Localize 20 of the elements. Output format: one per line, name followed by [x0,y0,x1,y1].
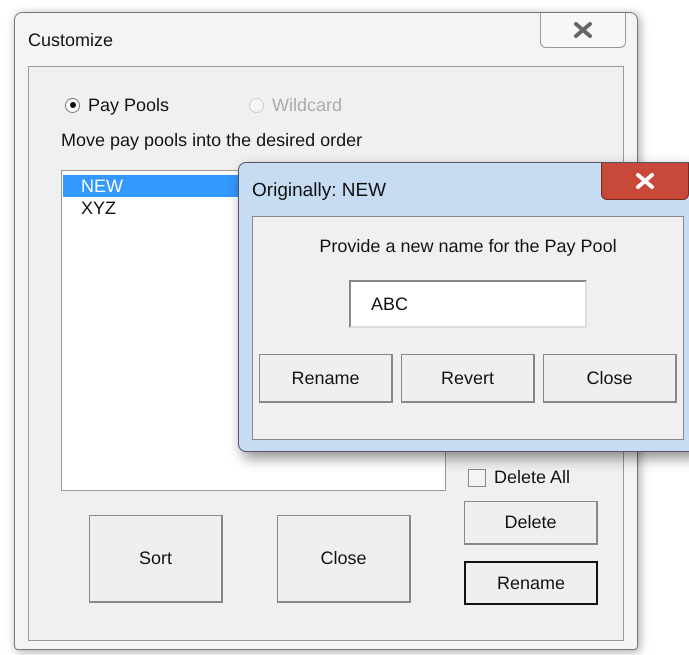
checkbox[interactable] [468,468,486,486]
dialog-button[interactable]: Close [277,515,411,603]
close-button[interactable] [540,13,626,48]
name-field[interactable]: ABC [349,280,587,328]
radio-label: Wildcard [272,94,342,116]
window-title: Customize [28,29,114,52]
prompt-text: Provide a new name for the Pay Pool [319,235,617,258]
dialog-button[interactable]: Rename [464,561,598,605]
dialog-button[interactable]: Sort [89,515,223,603]
instruction-text: Move pay pools into the desired order [61,129,364,152]
close-button[interactable] [601,163,689,200]
close-icon [634,173,656,189]
checkbox-label: Delete All [494,466,570,489]
radio-label: Pay Pools [88,94,170,117]
dialog-button[interactable]: Close [543,354,677,403]
dialog-button[interactable]: Rename [259,354,393,403]
dialog-button[interactable]: Delete [464,501,598,545]
radio-button[interactable] [65,98,80,112]
close-icon [572,22,594,38]
dialog-button[interactable]: Revert [401,354,535,403]
